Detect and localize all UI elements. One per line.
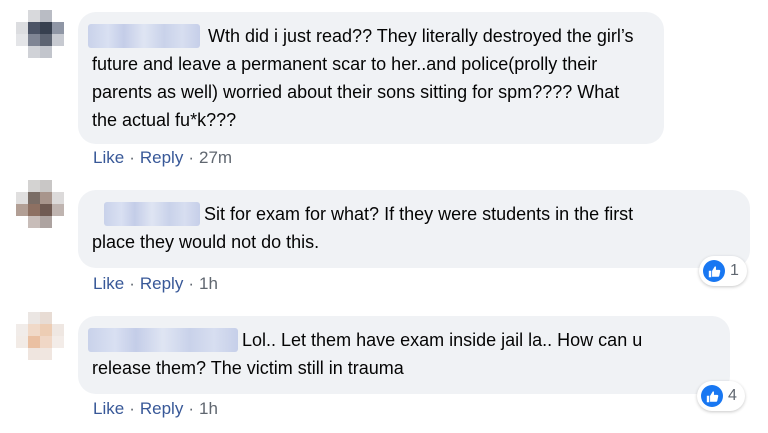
reaction-count: 4 <box>728 387 737 404</box>
comment-text-line: Sit for exam for what? If they were stud… <box>204 204 634 224</box>
separator: · <box>129 399 135 418</box>
separator: · <box>188 399 194 418</box>
reply-link[interactable]: Reply <box>140 399 183 418</box>
comment-text-line: Lol.. Let them have exam inside jail la.… <box>242 330 643 350</box>
comment-text-line: future and leave a permanent scar to her… <box>92 54 598 74</box>
reaction-summary[interactable]: 4 <box>697 381 745 411</box>
author-name[interactable] <box>88 24 200 48</box>
reaction-count: 1 <box>730 262 739 279</box>
separator: · <box>188 274 194 293</box>
separator: · <box>129 148 135 167</box>
reply-link[interactable]: Reply <box>140 274 183 293</box>
separator: · <box>129 274 135 293</box>
reaction-summary[interactable]: 1 <box>699 256 747 286</box>
comment-actions: Like · Reply · 27m <box>93 148 232 168</box>
like-link[interactable]: Like <box>93 274 124 293</box>
comment-bubble: Lol.. Let them have exam inside jail la.… <box>78 316 730 394</box>
reply-link[interactable]: Reply <box>140 148 183 167</box>
author-name[interactable] <box>88 328 238 352</box>
thumbs-up-icon <box>703 260 725 282</box>
author-name[interactable] <box>104 202 200 226</box>
avatar[interactable] <box>16 312 64 360</box>
comment-text-line: Wth did i just read?? They literally des… <box>208 26 634 46</box>
like-link[interactable]: Like <box>93 399 124 418</box>
comment-bubble: Sit for exam for what? If they were stud… <box>78 190 750 268</box>
timestamp[interactable]: 27m <box>199 148 232 167</box>
comment-text-line: the actual fu*k??? <box>92 110 237 130</box>
comment-text-line: release them? The victim still in trauma <box>92 358 404 378</box>
separator: · <box>188 148 194 167</box>
avatar[interactable] <box>16 10 64 58</box>
comment-bubble: Wth did i just read?? They literally des… <box>78 12 664 144</box>
avatar[interactable] <box>16 180 64 228</box>
timestamp[interactable]: 1h <box>199 274 218 293</box>
comment-text-line: parents as well) worried about their son… <box>92 82 620 102</box>
comment-actions: Like · Reply · 1h <box>93 274 218 294</box>
thumbs-up-icon <box>701 385 723 407</box>
comment-text-line: place they would not do this. <box>92 232 320 252</box>
like-link[interactable]: Like <box>93 148 124 167</box>
timestamp[interactable]: 1h <box>199 399 218 418</box>
comment-actions: Like · Reply · 1h <box>93 399 218 419</box>
